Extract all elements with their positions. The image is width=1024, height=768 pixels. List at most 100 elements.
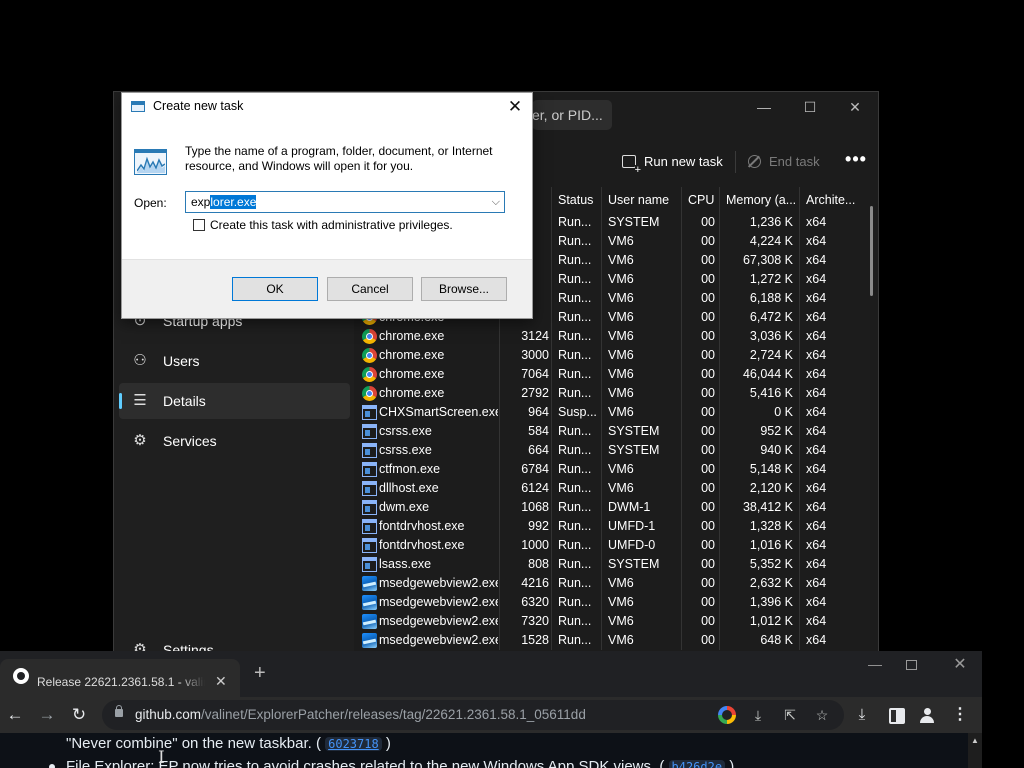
close-button[interactable]: ✕	[832, 96, 878, 118]
ok-button[interactable]: OK	[232, 277, 318, 301]
commit-link[interactable]: 6023718	[325, 737, 382, 751]
google-lens-icon[interactable]	[718, 706, 736, 724]
table-row[interactable]: chrome.exe 3124 Run... VM6 00 3,036 Kx64	[354, 327, 878, 346]
checkbox-box[interactable]	[193, 219, 205, 231]
menu-kebab-icon[interactable]: ⋮	[950, 705, 970, 725]
column-header-architecture[interactable]: Archite...	[799, 187, 863, 213]
address-bar[interactable]: github.com/valinet/ExplorerPatcher/relea…	[102, 700, 844, 730]
table-row[interactable]: csrss.exe 584 Run... SYSTEM 00 952 Kx64	[354, 422, 878, 441]
table-row[interactable]: lsass.exe 808 Run... SYSTEM 00 5,352 Kx64	[354, 555, 878, 574]
process-status: Run...	[551, 612, 601, 631]
download-icon[interactable]: ⤓	[852, 705, 872, 725]
table-row[interactable]: fontdrvhost.exe 1000 Run... UMFD-0 00 1,016 K…	[354, 536, 878, 555]
column-header-user-name[interactable]: User name	[601, 187, 681, 213]
process-name-text: chrome.exe	[379, 367, 445, 381]
browser-minimize-button[interactable]: —	[860, 656, 890, 672]
nav-services[interactable]: ⚙ Services	[119, 423, 350, 459]
table-row[interactable]: ctfmon.exe 6784 Run... VM6 00 5,148 Kx64	[354, 460, 878, 479]
process-memory: 3,036 K	[719, 327, 799, 346]
table-row[interactable]: chrome.exe 7064 Run... VM6 00 46,044 Kx64	[354, 365, 878, 384]
nav-details[interactable]: ☰ Details	[119, 383, 350, 419]
table-row[interactable]: msedgewebview2.exe 7320 Run... VM6 00 1,012 K…	[354, 612, 878, 631]
table-row[interactable]: dllhost.exe 6124 Run... VM6 00 2,120 Kx64	[354, 479, 878, 498]
nav-label: Users	[163, 353, 200, 369]
table-row[interactable]: csrss.exe 664 Run... SYSTEM 00 940 Kx64	[354, 441, 878, 460]
process-memory: 1,396 K	[719, 593, 799, 612]
process-status: Run...	[551, 631, 601, 650]
table-row[interactable]: msedgewebview2.exe 4216 Run... VM6 00 2,632 K…	[354, 574, 878, 593]
process-status: Run...	[551, 479, 601, 498]
bookmark-star-icon[interactable]: ☆	[813, 706, 831, 724]
table-row[interactable]: chrome.exe 3000 Run... VM6 00 2,724 Kx64	[354, 346, 878, 365]
process-name: msedgewebview2.exe	[358, 574, 498, 593]
process-cpu: 00	[681, 365, 719, 384]
reload-icon[interactable]: ↻	[66, 702, 92, 728]
more-options-button[interactable]: •••	[844, 147, 868, 177]
search-input[interactable]: er, or PID...	[532, 100, 612, 130]
vertical-scrollbar[interactable]	[870, 206, 873, 296]
selection-indicator	[119, 393, 122, 409]
dialog-divider	[122, 259, 532, 260]
browser-close-button[interactable]: ✕	[950, 654, 970, 674]
process-architecture: x64	[799, 422, 859, 441]
tab-close-button[interactable]: ✕	[215, 673, 227, 690]
process-status: Run...	[551, 213, 601, 232]
table-row[interactable]: chrome.exe 2792 Run... VM6 00 5,416 Kx64	[354, 384, 878, 403]
table-row[interactable]: CHXSmartScreen.exe 964 Susp... VM6 00 0 Kx64	[354, 403, 878, 422]
create-new-task-dialog: Create new task ✕ Type the name of a pro…	[121, 92, 533, 319]
process-user: UMFD-1	[601, 517, 681, 536]
lock-icon[interactable]	[115, 705, 123, 717]
side-panel-icon[interactable]	[886, 705, 906, 725]
page-scrollbar[interactable]	[968, 733, 982, 768]
column-header-cpu[interactable]: CPU	[681, 187, 719, 213]
process-user: DWM-1	[601, 498, 681, 517]
table-row[interactable]: msedgewebview2.exe 6320 Run... VM6 00 1,396 K…	[354, 593, 878, 612]
forward-arrow-icon[interactable]: →	[34, 702, 60, 728]
url-text[interactable]: github.com/valinet/ExplorerPatcher/relea…	[135, 707, 586, 722]
browse-button[interactable]: Browse...	[421, 277, 507, 301]
open-combobox[interactable]: explorer.exe ⌵	[185, 191, 505, 213]
process-cpu: 00	[681, 251, 719, 270]
process-memory: 0 K	[719, 403, 799, 422]
end-task-button[interactable]: End task	[748, 147, 820, 177]
table-row[interactable]: msedgewebview2.exe 1528 Run... VM6 00 648 Kx6…	[354, 631, 878, 650]
column-header-memory[interactable]: Memory (a...	[719, 187, 799, 213]
cancel-button[interactable]: Cancel	[327, 277, 413, 301]
dialog-close-button[interactable]: ✕	[503, 96, 527, 118]
process-name: CHXSmartScreen.exe	[358, 403, 498, 422]
minimize-icon: —	[757, 99, 771, 115]
chevron-down-icon[interactable]: ⌵	[492, 192, 500, 212]
app-process-icon	[362, 557, 377, 572]
edge-process-icon	[362, 595, 377, 610]
share-icon[interactable]: ⇱	[781, 706, 799, 724]
process-user: VM6	[601, 232, 681, 251]
process-name: chrome.exe	[358, 327, 498, 346]
column-header-status[interactable]: Status	[551, 187, 601, 213]
process-user: SYSTEM	[601, 441, 681, 460]
process-pid: 7320	[499, 612, 549, 631]
admin-privileges-checkbox[interactable]: Create this task with administrative pri…	[193, 219, 453, 232]
process-status: Run...	[551, 327, 601, 346]
process-user: VM6	[601, 365, 681, 384]
process-user: VM6	[601, 631, 681, 650]
process-pid: 964	[499, 403, 549, 422]
browser-maximize-button[interactable]	[906, 660, 917, 670]
run-new-task-button[interactable]: Run new task	[622, 147, 723, 177]
minimize-button[interactable]: —	[741, 96, 787, 118]
process-user: VM6	[601, 593, 681, 612]
process-pid: 3000	[499, 346, 549, 365]
process-status: Run...	[551, 365, 601, 384]
process-status: Run...	[551, 270, 601, 289]
nav-users[interactable]: ⚇ Users	[119, 343, 350, 379]
profile-icon[interactable]	[917, 705, 937, 725]
process-memory: 1,012 K	[719, 612, 799, 631]
table-row[interactable]: fontdrvhost.exe 992 Run... UMFD-1 00 1,328 Kx…	[354, 517, 878, 536]
maximize-button[interactable]: ☐	[787, 96, 833, 118]
commit-link[interactable]: b426d2e	[668, 760, 726, 768]
browser-tab[interactable]: Release 22621.2361.58.1 - valinet ✕	[0, 659, 240, 697]
process-name: fontdrvhost.exe	[358, 536, 498, 555]
new-tab-button[interactable]: +	[254, 662, 266, 685]
install-app-icon[interactable]: ⤓	[749, 706, 767, 724]
back-arrow-icon[interactable]: ←	[2, 702, 28, 728]
table-row[interactable]: dwm.exe 1068 Run... DWM-1 00 38,412 Kx64	[354, 498, 878, 517]
